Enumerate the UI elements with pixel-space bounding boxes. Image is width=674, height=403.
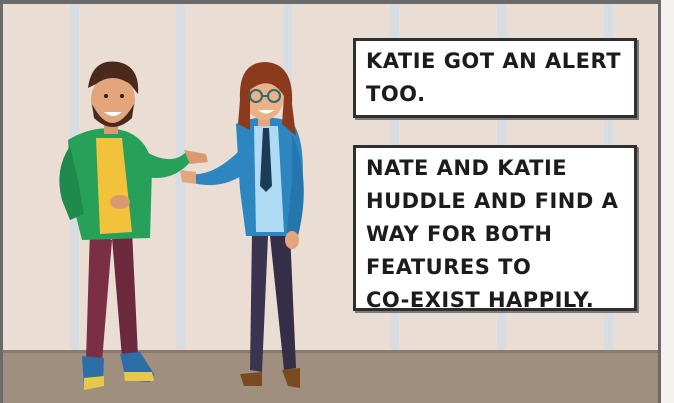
- comic-panel: KATIE GOT AN ALERT TOO. NATE AND KATIE H…: [0, 0, 674, 403]
- caption-text-1: KATIE GOT AN ALERT TOO.: [366, 49, 622, 106]
- caption-box-2: NATE AND KATIE HUDDLE AND FIND A WAY FOR…: [353, 145, 637, 312]
- frame-top: [0, 0, 674, 4]
- caption-text-2: NATE AND KATIE HUDDLE AND FIND A WAY FOR…: [366, 156, 619, 312]
- caption-box-1: KATIE GOT AN ALERT TOO.: [353, 38, 637, 118]
- frame-left: [0, 0, 3, 403]
